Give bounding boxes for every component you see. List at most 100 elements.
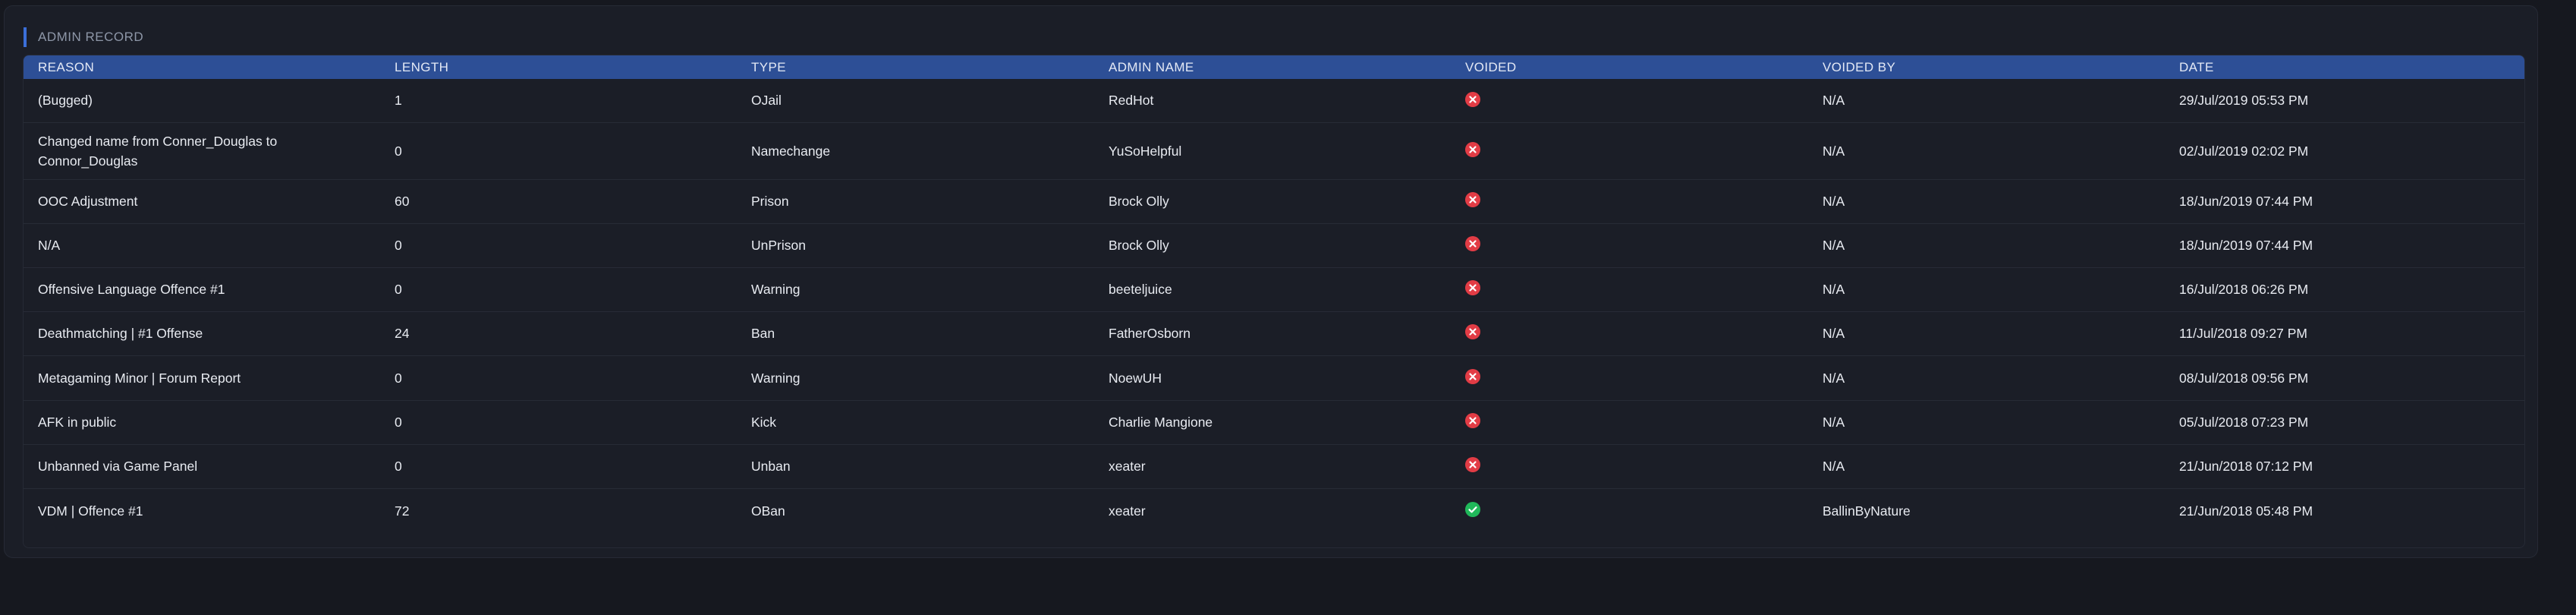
x-circle-icon	[1465, 280, 1480, 296]
length-cell: 0	[395, 415, 402, 430]
admin-name-cell: Brock Olly	[1109, 238, 1169, 253]
reason-cell: OOC Adjustment	[38, 194, 138, 209]
column-header-voided-by: VOIDED BY	[1823, 59, 1896, 74]
date-cell: 18/Jun/2019 07:44 PM	[2179, 238, 2313, 253]
type-cell: Kick	[751, 415, 777, 430]
voided-cell	[1451, 267, 1808, 311]
admin-name-cell: xeater	[1109, 459, 1146, 474]
type-cell: UnPrison	[751, 238, 806, 253]
table-row: Deathmatching | #1 Offense 24 Ban FatherOsb…	[24, 311, 2524, 355]
type-cell: Namechange	[751, 143, 831, 159]
length-cell: 0	[395, 370, 402, 386]
x-circle-icon	[1465, 457, 1480, 473]
voided-by-cell: N/A	[1823, 194, 1845, 209]
reason-cell: Deathmatching | #1 Offense	[38, 326, 203, 341]
date-cell: 21/Jun/2018 07:12 PM	[2179, 459, 2313, 474]
admin-record-table: REASON LENGTH TYPE ADMIN NAME VOIDED VOI…	[24, 55, 2524, 533]
date-cell: 11/Jul/2018 09:27 PM	[2179, 326, 2307, 341]
voided-by-cell: N/A	[1823, 415, 1845, 430]
table-row: Metagaming Minor | Forum Report 0 Warning N…	[24, 355, 2524, 400]
column-header-length: LENGTH	[395, 59, 449, 74]
date-cell: 08/Jul/2018 09:56 PM	[2179, 370, 2309, 386]
admin-record-table-container: REASON LENGTH TYPE ADMIN NAME VOIDED VOI…	[23, 55, 2525, 548]
voided-cell	[1451, 444, 1808, 488]
voided-by-cell: N/A	[1823, 326, 1845, 341]
table-row: Changed name from Conner_Douglas to Conn…	[24, 122, 2524, 179]
type-cell: OJail	[751, 93, 782, 109]
column-header-admin-name: ADMIN NAME	[1109, 59, 1194, 74]
voided-by-cell: N/A	[1823, 93, 1845, 109]
reason-cell: VDM | Offence #1	[38, 503, 143, 519]
voided-cell	[1451, 179, 1808, 223]
voided-by-cell: N/A	[1823, 370, 1845, 386]
reason-cell: N/A	[38, 238, 61, 253]
panel-title: ADMIN RECORD	[24, 27, 143, 47]
length-cell: 0	[395, 238, 402, 253]
admin-record-panel: ADMIN RECORD REASON LENGTH TYPE ADMIN NA…	[4, 5, 2538, 558]
column-header-voided: VOIDED	[1465, 59, 1517, 74]
voided-cell	[1451, 488, 1808, 533]
column-header-date: DATE	[2179, 59, 2214, 74]
type-cell: OBan	[751, 503, 785, 519]
type-cell: Ban	[751, 326, 775, 341]
voided-cell	[1451, 79, 1808, 122]
x-circle-icon	[1465, 141, 1480, 157]
voided-cell	[1451, 223, 1808, 267]
date-cell: 18/Jun/2019 07:44 PM	[2179, 194, 2313, 209]
length-cell: 1	[395, 93, 402, 109]
length-cell: 60	[395, 194, 410, 209]
reason-cell: (Bugged)	[38, 93, 93, 109]
date-cell: 29/Jul/2019 05:53 PM	[2179, 93, 2309, 109]
table-row: AFK in public 0 Kick Charlie Mangione N/A 05/…	[24, 400, 2524, 444]
x-circle-icon	[1465, 236, 1480, 252]
date-cell: 02/Jul/2019 02:02 PM	[2179, 143, 2309, 159]
column-header-type: TYPE	[751, 59, 787, 74]
admin-name-cell: RedHot	[1109, 93, 1154, 109]
admin-name-cell: beeteljuice	[1109, 282, 1172, 297]
admin-name-cell: NoewUH	[1109, 370, 1162, 386]
admin-name-cell: FatherOsborn	[1109, 326, 1190, 341]
reason-cell: Changed name from Conner_Douglas to Conn…	[38, 133, 278, 169]
date-cell: 16/Jul/2018 06:26 PM	[2179, 282, 2309, 297]
voided-by-cell: BallinByNature	[1823, 503, 1911, 519]
x-circle-icon	[1465, 368, 1480, 384]
type-cell: Unban	[751, 459, 791, 474]
voided-cell	[1451, 122, 1808, 179]
admin-name-cell: YuSoHelpful	[1109, 143, 1182, 159]
table-row: Unbanned via Game Panel 0 Unban xeater N/A 21…	[24, 444, 2524, 488]
table-header-row: REASON LENGTH TYPE ADMIN NAME VOIDED VOI…	[24, 55, 2524, 79]
reason-cell: AFK in public	[38, 415, 117, 430]
length-cell: 0	[395, 459, 402, 474]
voided-by-cell: N/A	[1823, 143, 1845, 159]
length-cell: 24	[395, 326, 410, 341]
length-cell: 0	[395, 282, 402, 297]
admin-name-cell: Brock Olly	[1109, 194, 1169, 209]
column-header-reason: REASON	[38, 59, 95, 74]
x-circle-icon	[1465, 192, 1480, 208]
table-row: Offensive Language Offence #1 0 Warning bee…	[24, 267, 2524, 311]
type-cell: Warning	[751, 282, 800, 297]
voided-by-cell: N/A	[1823, 238, 1845, 253]
table-row: OOC Adjustment 60 Prison Brock Olly N/A 18/Ju…	[24, 179, 2524, 223]
x-circle-icon	[1465, 413, 1480, 429]
type-cell: Prison	[751, 194, 789, 209]
voided-cell	[1451, 311, 1808, 355]
voided-cell	[1451, 355, 1808, 400]
reason-cell: Unbanned via Game Panel	[38, 459, 198, 474]
type-cell: Warning	[751, 370, 800, 386]
x-circle-icon	[1465, 324, 1480, 340]
x-circle-icon	[1465, 91, 1480, 107]
date-cell: 21/Jun/2018 05:48 PM	[2179, 503, 2313, 519]
reason-cell: Offensive Language Offence #1	[38, 282, 225, 297]
date-cell: 05/Jul/2018 07:23 PM	[2179, 415, 2309, 430]
voided-by-cell: N/A	[1823, 282, 1845, 297]
admin-name-cell: Charlie Mangione	[1109, 415, 1213, 430]
voided-by-cell: N/A	[1823, 459, 1845, 474]
table-row: (Bugged) 1 OJail RedHot N/A 29/Jul/2019 05:53…	[24, 79, 2524, 122]
admin-name-cell: xeater	[1109, 503, 1146, 519]
table-row: VDM | Offence #1 72 OBan xeater BallinByNatu…	[24, 488, 2524, 533]
length-cell: 72	[395, 503, 410, 519]
voided-cell	[1451, 400, 1808, 444]
reason-cell: Metagaming Minor | Forum Report	[38, 370, 241, 386]
table-row: N/A 0 UnPrison Brock Olly N/A 18/Jun/2019 07:…	[24, 223, 2524, 267]
